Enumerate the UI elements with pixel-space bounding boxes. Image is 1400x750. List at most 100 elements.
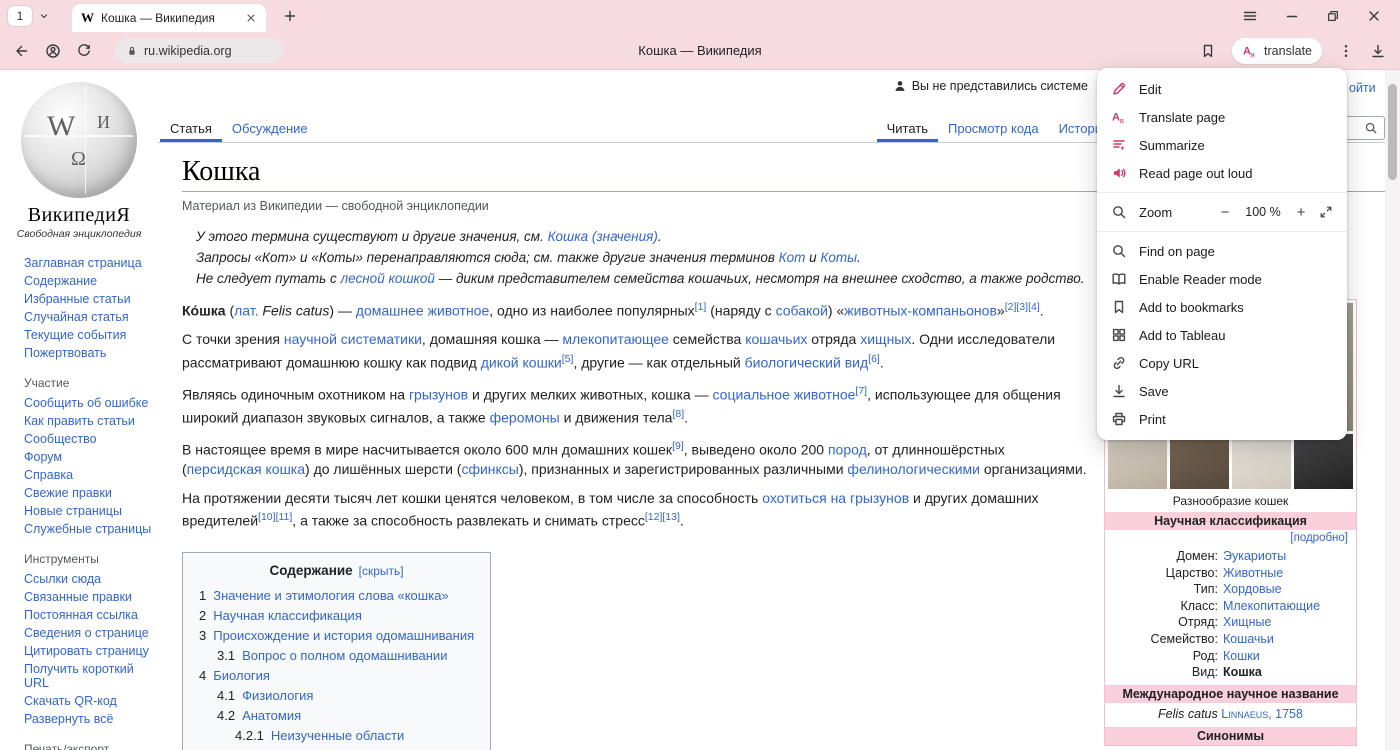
wiki-link[interactable]: Коты <box>820 250 857 265</box>
address-bar[interactable]: ru.wikipedia.org <box>115 38 283 63</box>
tab-counter[interactable]: 1 <box>8 6 32 26</box>
wiki-link[interactable]: Хищные <box>1223 615 1271 629</box>
menu-item-edit[interactable]: Edit <box>1097 75 1347 103</box>
toc-hide-link[interactable]: [скрыть] <box>359 564 404 578</box>
reference-link[interactable]: [11] <box>276 511 293 523</box>
menu-item-summarize[interactable]: Summarize <box>1097 131 1347 159</box>
sidebar-item-развернуть-всё[interactable]: Развернуть всё <box>24 712 158 726</box>
page-scrollbar[interactable] <box>1385 70 1400 750</box>
sidebar-item-сведения-о-странице[interactable]: Сведения о странице <box>24 626 158 640</box>
sidebar-item-служебные-страницы[interactable]: Служебные страницы <box>24 522 158 536</box>
hamburger-menu-icon[interactable] <box>1242 8 1258 24</box>
wiki-link[interactable]: социальное животное <box>713 386 856 402</box>
tab-обсуждение[interactable]: Обсуждение <box>222 121 318 142</box>
sidebar-item-избранные-статьи[interactable]: Избранные статьи <box>24 292 158 306</box>
sidebar-item-ссылки-сюда[interactable]: Ссылки сюда <box>24 572 158 586</box>
menu-item-copy-url[interactable]: Copy URL <box>1097 349 1347 377</box>
wiki-link[interactable]: кошачьих <box>745 331 807 347</box>
sidebar-item-форум[interactable]: Форум <box>24 450 158 464</box>
toc-link[interactable]: Значение и этимология слова «кошка» <box>213 588 448 603</box>
wiki-link[interactable]: лат. <box>234 303 258 319</box>
tab-читать[interactable]: Читать <box>877 121 938 142</box>
taxobox-detail-link[interactable]: [подробно] <box>1105 530 1356 546</box>
sidebar-item-текущие-события[interactable]: Текущие события <box>24 328 158 342</box>
wiki-link[interactable]: хищных <box>860 331 911 347</box>
toc-item[interactable]: 3.1Вопрос о полном одомашнивании <box>199 646 474 666</box>
wiki-link[interactable]: Животные <box>1223 566 1283 580</box>
wiki-link[interactable]: животных-компаньонов <box>844 303 997 319</box>
browser-tab-active[interactable]: W Кошка — Википедия <box>72 4 266 32</box>
tab-close-icon[interactable] <box>245 12 257 24</box>
tab-просмотр-кода[interactable]: Просмотр кода <box>938 121 1049 142</box>
wikipedia-globe-logo[interactable]: W И Ω <box>21 82 137 198</box>
wiki-link[interactable]: Млекопитающие <box>1223 599 1320 613</box>
back-icon[interactable] <box>14 43 30 59</box>
wiki-link[interactable]: Кот <box>779 250 806 265</box>
search-icon[interactable] <box>1364 121 1378 135</box>
toc-link[interactable]: Вопрос о полном одомашнивании <box>242 648 447 663</box>
reference-link[interactable]: [3] <box>1016 301 1028 313</box>
sidebar-item-связанные-правки[interactable]: Связанные правки <box>24 590 158 604</box>
sidebar-item-цитировать-страницу[interactable]: Цитировать страницу <box>24 644 158 658</box>
reference-link[interactable]: [8] <box>672 408 684 420</box>
toc-link[interactable]: Анатомия <box>242 708 301 723</box>
toc-link[interactable]: Физиология <box>242 688 313 703</box>
wiki-link[interactable]: Linnaeus, 1758 <box>1221 707 1303 721</box>
wiki-link[interactable]: пород <box>828 442 867 458</box>
wiki-link[interactable]: собакой <box>776 303 828 319</box>
toc-link[interactable]: Происхождение и история одомашнивания <box>213 628 474 643</box>
reference-link[interactable]: [1] <box>695 301 707 313</box>
menu-item-add-to-tableau[interactable]: Add to Tableau <box>1097 321 1347 349</box>
profile-icon[interactable] <box>45 43 61 59</box>
reference-link[interactable]: [10] <box>258 511 276 523</box>
sidebar-item-свежие-правки[interactable]: Свежие правки <box>24 486 158 500</box>
sidebar-item-скачать-qr-код[interactable]: Скачать QR-код <box>24 694 158 708</box>
wiki-link[interactable]: лесной кошкой <box>341 271 435 286</box>
wiki-link[interactable]: фелинологическими <box>847 461 980 477</box>
tab-list-chevron-down-icon[interactable] <box>38 10 50 22</box>
menu-item-read-page-out-loud[interactable]: Read page out loud <box>1097 159 1347 187</box>
sidebar-item-сообщество[interactable]: Сообщество <box>24 432 158 446</box>
wiki-link[interactable]: Кошачьи <box>1223 632 1274 646</box>
wiki-link[interactable]: Эукариоты <box>1223 549 1286 563</box>
reference-link[interactable]: [5] <box>562 353 574 365</box>
wiki-link[interactable]: Кошка (значения) <box>548 229 658 244</box>
wiki-link[interactable]: научной систематики <box>284 331 422 347</box>
download-icon[interactable] <box>1370 43 1386 59</box>
scrollbar-thumb[interactable] <box>1388 84 1397 180</box>
wiki-link[interactable]: Кошки <box>1223 649 1260 663</box>
wiki-link[interactable]: Хордовые <box>1223 582 1282 596</box>
toc-item[interactable]: 4Биология <box>199 666 474 686</box>
fullscreen-icon[interactable] <box>1319 205 1333 219</box>
menu-item-enable-reader-mode[interactable]: Enable Reader mode <box>1097 265 1347 293</box>
sidebar-item-постоянная-ссылка[interactable]: Постоянная ссылка <box>24 608 158 622</box>
reference-link[interactable]: [9] <box>672 440 684 452</box>
reference-link[interactable]: [13] <box>662 511 680 523</box>
toc-item[interactable]: 3Происхождение и история одомашнивания <box>199 626 474 646</box>
toc-item[interactable]: 4.2Анатомия <box>199 706 474 726</box>
restore-window-icon[interactable] <box>1326 9 1340 23</box>
sidebar-item-случайная-статья[interactable]: Случайная статья <box>24 310 158 324</box>
sidebar-item-получить-короткий-url[interactable]: Получить короткий URL <box>24 662 158 690</box>
close-window-icon[interactable] <box>1366 8 1382 24</box>
menu-item-find-on-page[interactable]: Find on page <box>1097 237 1347 265</box>
menu-item-translate-page[interactable]: AяTranslate page <box>1097 103 1347 131</box>
reload-icon[interactable] <box>76 43 92 59</box>
minimize-icon[interactable] <box>1284 8 1300 24</box>
sidebar-item-заглавная-страница[interactable]: Заглавная страница <box>24 256 158 270</box>
wiki-link[interactable]: грызунов <box>409 386 468 402</box>
wiki-link[interactable]: персидская кошка <box>187 461 305 477</box>
sidebar-item-содержание[interactable]: Содержание <box>24 274 158 288</box>
new-tab-plus-icon[interactable] <box>282 8 298 24</box>
menu-item-print[interactable]: Print <box>1097 405 1347 433</box>
sidebar-item-пожертвовать[interactable]: Пожертвовать <box>24 346 158 360</box>
reference-link[interactable]: [7] <box>855 385 867 397</box>
toc-item[interactable]: 4.2.1Неизученные области <box>199 726 474 746</box>
tab-статья[interactable]: Статья <box>160 121 222 142</box>
toc-item[interactable]: 1Значение и этимология слова «кошка» <box>199 586 474 606</box>
bookmark-icon[interactable] <box>1200 43 1216 59</box>
reference-link[interactable]: [6] <box>868 353 880 365</box>
translate-button[interactable]: Aя translate <box>1232 38 1322 64</box>
login-link-partial[interactable]: ойти <box>1349 81 1376 95</box>
toc-link[interactable]: Биология <box>213 668 270 683</box>
